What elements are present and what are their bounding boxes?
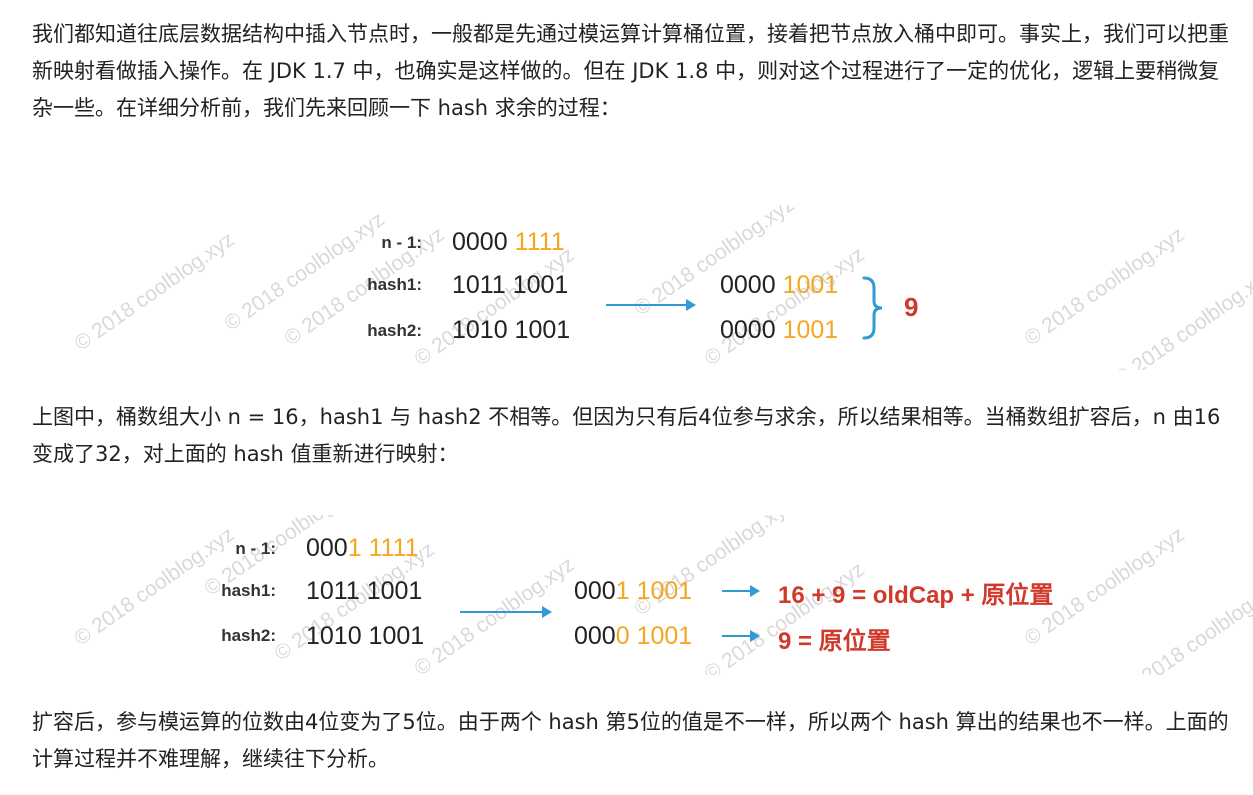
result2-bits: 0000 1001 <box>574 622 693 650</box>
label-hash2: hash2: <box>367 321 422 340</box>
hash1-bits: 1011 1001 <box>306 577 423 605</box>
watermark: © 2018 coolblog.xyz <box>700 242 869 370</box>
note-new-position: 16 + 9 = oldCap + 原位置 <box>778 582 1054 609</box>
label-hash1: hash1: <box>221 581 276 600</box>
paragraph-intro: 我们都知道往底层数据结构中插入节点时，一般都是先通过模运算计算桶位置，接着把节点… <box>32 22 1229 120</box>
paragraph-conclusion: 扩容后，参与模运算的位数由4位变为了5位。由于两个 hash 第5位的值是不一样… <box>32 710 1229 771</box>
label-n-minus-1: n - 1: <box>381 233 422 252</box>
watermark: © 2018 coolblog.xyz <box>410 552 579 675</box>
paragraph-explanation: 上图中，桶数组大小 n = 16，hash1 与 hash2 不相等。但因为只有… <box>32 405 1221 466</box>
note-original-position: 9 = 原位置 <box>778 628 891 655</box>
n-minus-1-bits: 0001 1111 <box>306 534 419 562</box>
figure-hash-mod-32: © 2018 coolblog.xyz © 2018 coolblog.xyz … <box>0 515 1253 675</box>
watermark: © 2018 coolblog.xyz <box>1020 222 1189 351</box>
hash2-bits: 1010 1001 <box>452 316 571 344</box>
result1-bits: 0001 1001 <box>574 577 693 605</box>
result1-bits: 0000 1001 <box>720 271 839 299</box>
brace-icon <box>862 276 883 340</box>
label-hash1: hash1: <box>367 275 422 294</box>
watermark: © 2018 coolblog.xyz <box>70 227 239 356</box>
n-minus-1-bits: 0000 1111 <box>452 228 565 256</box>
arrow-icon <box>460 606 552 618</box>
arrow-icon <box>722 585 760 597</box>
watermark: © 2018 coolblog.xyz <box>220 207 389 336</box>
arrow-icon <box>606 299 696 311</box>
result2-bits: 0000 1001 <box>720 316 839 344</box>
watermark: © 2018 coolblog.xyz <box>410 242 579 370</box>
hash1-bits: 1011 1001 <box>452 271 569 299</box>
watermark: © 2018 coolblog.xyz <box>1120 572 1253 675</box>
hash2-bits: 1010 1001 <box>306 622 425 650</box>
bucket-index: 9 <box>904 292 919 322</box>
figure-hash-mod-16: © 2018 coolblog.xyz © 2018 coolblog.xyz … <box>0 205 1253 370</box>
watermark: © 2018 coolblog.xyz <box>1110 262 1253 370</box>
label-hash2: hash2: <box>221 626 276 645</box>
arrow-icon <box>722 630 760 642</box>
label-n-minus-1: n - 1: <box>235 539 276 558</box>
